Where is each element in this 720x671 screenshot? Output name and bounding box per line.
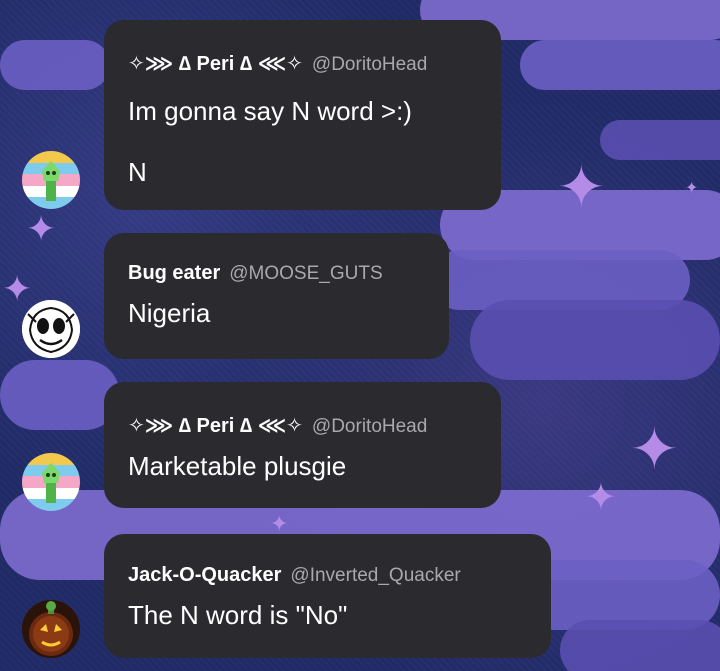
display-name[interactable]: ✧⋙ ∆ Peri ∆ ⋘✧: [128, 413, 303, 438]
user-handle[interactable]: @Inverted_Quacker: [290, 565, 460, 587]
cloud-shape: [0, 40, 110, 90]
cloud-shape: [560, 620, 720, 671]
sparkle-icon: ✦: [2, 269, 33, 310]
message-text: Marketable plusgie: [128, 451, 347, 481]
skull-face-avatar[interactable]: [22, 300, 80, 358]
cloud-shape: [0, 360, 120, 430]
message-bubble[interactable]: ✧⋙ ∆ Peri ∆ ⋘✧ @DoritoHead Im gonna say …: [104, 20, 501, 210]
user-handle[interactable]: @DoritoHead: [312, 54, 427, 76]
message-text: Nigeria: [128, 298, 211, 328]
message-header: ✧⋙ ∆ Peri ∆ ⋘✧ @DoritoHead: [128, 20, 477, 76]
user-handle[interactable]: @DoritoHead: [312, 416, 427, 438]
sparkle-icon: ✦: [685, 178, 699, 197]
message-bubble[interactable]: Jack-O-Quacker @Inverted_Quacker The N w…: [104, 534, 551, 658]
sparkle-icon: ✦: [26, 209, 57, 250]
sparkle-icon: ✦: [630, 415, 679, 483]
message-bubble[interactable]: ✧⋙ ∆ Peri ∆ ⋘✧ @DoritoHead Marketable pl…: [104, 382, 501, 508]
sparkle-icon: ✦: [557, 153, 606, 221]
message-header: ✧⋙ ∆ Peri ∆ ⋘✧ @DoritoHead: [128, 382, 477, 438]
display-name[interactable]: Bug eater: [128, 262, 220, 285]
display-name[interactable]: Jack-O-Quacker: [128, 564, 281, 587]
cloud-shape: [520, 40, 720, 90]
peridot-flag-avatar[interactable]: [22, 453, 80, 511]
pumpkin-duck-avatar[interactable]: [22, 600, 80, 658]
cloud-shape: [470, 300, 720, 380]
user-handle[interactable]: @MOOSE_GUTS: [229, 263, 382, 285]
message-text: Im gonna say N word >:): [128, 96, 412, 126]
sparkle-icon: ✦: [270, 512, 289, 537]
message-header: Bug eater @MOOSE_GUTS: [128, 233, 425, 285]
message-header: Jack-O-Quacker @Inverted_Quacker: [128, 534, 527, 587]
message-text: N: [128, 157, 147, 187]
display-name[interactable]: ✧⋙ ∆ Peri ∆ ⋘✧: [128, 51, 303, 76]
message-bubble[interactable]: Bug eater @MOOSE_GUTS Nigeria: [104, 233, 449, 359]
cloud-shape: [600, 120, 720, 160]
sparkle-icon: ✦: [585, 475, 617, 519]
peridot-flag-avatar[interactable]: [22, 151, 80, 209]
message-text: The N word is "No": [128, 600, 348, 630]
